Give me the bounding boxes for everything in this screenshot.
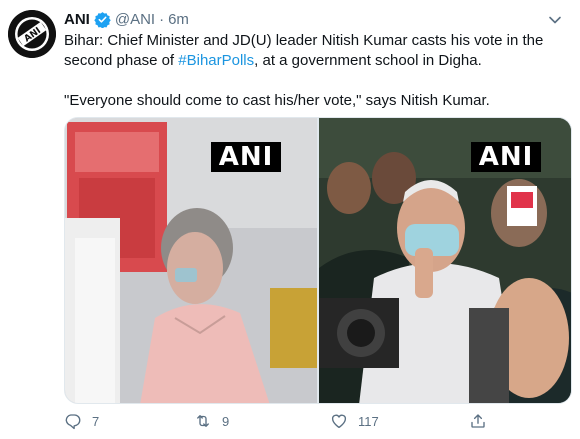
avatar[interactable]: ANI: [8, 10, 56, 58]
chevron-down-icon: [549, 16, 561, 24]
tweet-text: Bihar: Chief Minister and JD(U) leader N…: [64, 31, 564, 111]
reply-count: 7: [92, 413, 100, 429]
ani-logo-icon: ANI: [8, 10, 56, 58]
ani-watermark: ANI: [211, 142, 281, 172]
reply-button[interactable]: 7: [64, 412, 99, 430]
ani-watermark: ANI: [471, 142, 541, 172]
reply-icon: [64, 412, 82, 430]
like-count: 117: [358, 413, 379, 429]
tweet-text-line: Bihar: Chief Minister and JD(U) leader N…: [64, 31, 564, 71]
like-button[interactable]: 117: [330, 412, 379, 430]
retweet-icon: [194, 412, 212, 430]
share-icon: [469, 412, 487, 430]
tweet[interactable]: ANI ANI @ANI · 6m Bihar: Chief Minister …: [0, 0, 580, 439]
separator-dot: ·: [159, 10, 165, 28]
tweet-quote: "Everyone should come to cast his/her vo…: [64, 92, 490, 109]
heart-icon: [330, 412, 348, 430]
tweet-timestamp[interactable]: 6m: [168, 11, 189, 28]
verified-badge-icon: [94, 11, 111, 28]
tweet-actions: 7 9 117: [60, 412, 500, 438]
share-button[interactable]: [469, 412, 497, 430]
account-handle[interactable]: @ANI: [115, 11, 155, 28]
tweet-text-suffix: , at a government school in Digha.: [254, 52, 482, 69]
hashtag-link[interactable]: #BiharPolls: [178, 52, 254, 69]
retweet-count: 9: [222, 413, 230, 429]
tweet-header: ANI @ANI · 6m: [64, 9, 189, 29]
retweet-button[interactable]: 9: [194, 412, 229, 430]
photo-right[interactable]: ANI: [319, 118, 571, 403]
more-options-button[interactable]: [544, 9, 566, 31]
account-name[interactable]: ANI: [64, 11, 90, 28]
media-grid: ANI ANI: [64, 117, 572, 404]
photo-left[interactable]: ANI: [65, 118, 317, 403]
